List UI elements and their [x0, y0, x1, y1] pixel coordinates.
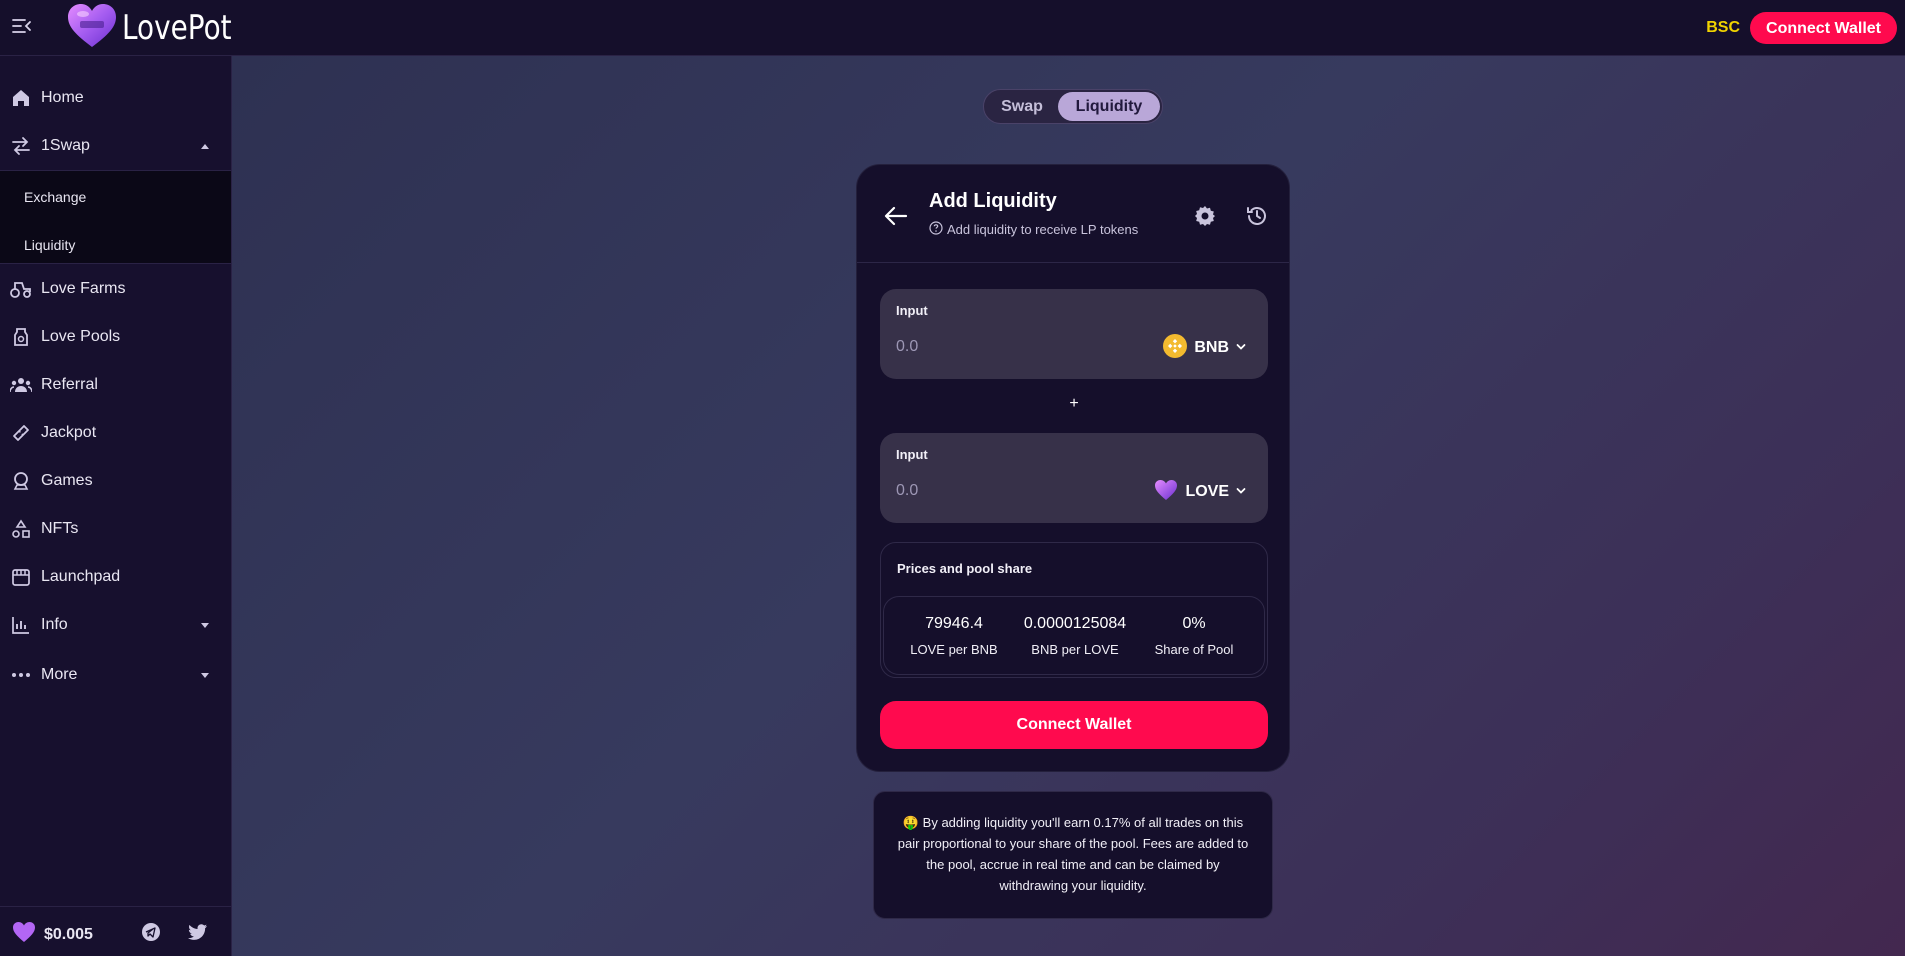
sidebar-item-1swap[interactable]: 1Swap: [0, 122, 231, 170]
input-box-love: Input LOVE: [880, 433, 1268, 523]
price-love-per-bnb: 79946.4 LOVE per BNB: [894, 615, 1014, 657]
input-label: Input: [896, 303, 928, 318]
swap-arrows-icon: [10, 135, 32, 157]
chevron-down-icon: [1236, 483, 1246, 501]
input-box-bnb: Input BNB: [880, 289, 1268, 379]
bar-chart-icon: [10, 614, 32, 636]
people-icon: [10, 374, 32, 396]
tractor-icon: [10, 278, 32, 300]
card-subtitle-text: Add liquidity to receive LP tokens: [947, 222, 1139, 237]
sidebar-submenu: Exchange Liquidity: [0, 170, 231, 264]
sidebar-item-love-farms[interactable]: Love Farms: [0, 265, 231, 313]
sidebar-item-referral[interactable]: Referral: [0, 361, 231, 409]
price-value: 0.0000125084: [1023, 615, 1127, 632]
help-circle-icon[interactable]: [929, 221, 943, 238]
prices-pool-share: Prices and pool share 79946.4 LOVE per B…: [880, 542, 1268, 678]
sidebar-item-label: Info: [41, 616, 68, 633]
sidebar-item-love-pools[interactable]: Love Pools: [0, 313, 231, 361]
input-label: Input: [896, 447, 928, 462]
token-price-value: $0.005: [44, 925, 93, 943]
sidebar-item-info[interactable]: Info: [0, 601, 231, 649]
sidebar-item-label: More: [41, 666, 78, 683]
crystal-ball-icon: [10, 470, 32, 492]
sidebar-subitem-exchange[interactable]: Exchange: [24, 189, 86, 205]
sidebar: Home 1Swap Exchange Liquidity Love Farms…: [0, 56, 232, 956]
sidebar-item-label: Launchpad: [41, 568, 121, 585]
amount-input-bnb[interactable]: [896, 335, 1096, 359]
top-bar: LovePot BSC Connect Wallet: [0, 0, 1905, 56]
logo-text: LovePot: [122, 8, 232, 48]
sidebar-subitem-liquidity[interactable]: Liquidity: [24, 237, 75, 253]
sidebar-item-more[interactable]: More: [0, 651, 231, 699]
logo[interactable]: LovePot: [66, 3, 256, 54]
token-name: BNB: [1194, 339, 1229, 356]
sidebar-item-label: Love Farms: [41, 280, 126, 297]
plus-sign: +: [1069, 395, 1079, 412]
caret-down-icon: [201, 622, 209, 628]
prices-grid: 79946.4 LOVE per BNB 0.0000125084 BNB pe…: [883, 596, 1265, 675]
liquidity-info-note: 🤑 By adding liquidity you'll earn 0.17% …: [873, 791, 1273, 919]
token-select-bnb[interactable]: BNB: [1163, 333, 1246, 363]
price-label: LOVE per BNB: [910, 642, 998, 657]
love-token-icon: [12, 921, 36, 948]
sidebar-item-launchpad[interactable]: Launchpad: [0, 553, 231, 601]
price-label: BNB per LOVE: [1031, 642, 1119, 657]
connect-wallet-button[interactable]: Connect Wallet: [1750, 12, 1897, 44]
sidebar-item-label: Jackpot: [41, 424, 97, 441]
caret-up-icon: [201, 143, 209, 149]
sidebar-item-home[interactable]: Home: [0, 74, 231, 122]
sidebar-item-label: Home: [41, 89, 84, 106]
bnb-token-icon: [1163, 333, 1188, 363]
connect-wallet-main-button[interactable]: Connect Wallet: [880, 701, 1268, 749]
card-header: Add Liquidity Add liquidity to receive L…: [857, 165, 1289, 263]
sidebar-item-jackpot[interactable]: Jackpot: [0, 409, 231, 457]
amount-input-love[interactable]: [896, 479, 1096, 503]
love-token-icon: [1154, 479, 1178, 506]
shapes-icon: [10, 518, 32, 540]
card-title: Add Liquidity: [929, 190, 1057, 212]
prices-title: Prices and pool share: [897, 561, 1033, 576]
token-name: LOVE: [1185, 483, 1229, 500]
sidebar-footer: $0.005: [0, 906, 231, 956]
tab-swap[interactable]: Swap: [986, 92, 1058, 121]
price-value: 79946.4: [925, 615, 983, 632]
sidebar-item-label: Referral: [41, 376, 98, 393]
settings-gear-icon[interactable]: [1193, 204, 1217, 228]
twitter-icon[interactable]: [187, 921, 209, 943]
token-select-love[interactable]: LOVE: [1154, 479, 1246, 505]
chevron-down-icon: [1236, 339, 1246, 357]
sidebar-item-label: NFTs: [41, 520, 79, 537]
price-bnb-per-love: 0.0000125084 BNB per LOVE: [1015, 615, 1135, 657]
sidebar-item-label: 1Swap: [41, 137, 90, 154]
tab-liquidity[interactable]: Liquidity: [1058, 92, 1160, 121]
sidebar-item-label: Love Pools: [41, 328, 121, 345]
sidebar-item-games[interactable]: Games: [0, 457, 231, 505]
network-label[interactable]: BSC: [1706, 19, 1740, 37]
sidebar-item-label: Games: [41, 472, 93, 489]
add-liquidity-card: Add Liquidity Add liquidity to receive L…: [856, 164, 1290, 772]
card-subtitle: Add liquidity to receive LP tokens: [929, 221, 1138, 238]
back-arrow-icon[interactable]: [883, 203, 909, 229]
mode-tabs: Swap Liquidity: [983, 89, 1163, 124]
more-dots-icon: [10, 664, 32, 686]
heart-logo-icon: [66, 3, 118, 54]
sidebar-item-nfts[interactable]: NFTs: [0, 505, 231, 553]
price-label: Share of Pool: [1154, 642, 1234, 657]
menu-collapse-icon[interactable]: [10, 14, 34, 38]
token-price[interactable]: $0.005: [12, 921, 93, 948]
ticket-icon: [10, 422, 32, 444]
telegram-icon[interactable]: [140, 921, 162, 943]
home-icon: [10, 87, 32, 109]
caret-down-icon: [201, 672, 209, 678]
storefront-icon: [10, 566, 32, 588]
main-content: Swap Liquidity Add Liquidity Add liquidi…: [232, 56, 1905, 956]
pool-jar-icon: [10, 326, 32, 348]
price-value: 0%: [1182, 615, 1206, 632]
share-of-pool: 0% Share of Pool: [1134, 615, 1254, 657]
history-icon[interactable]: [1245, 204, 1269, 228]
